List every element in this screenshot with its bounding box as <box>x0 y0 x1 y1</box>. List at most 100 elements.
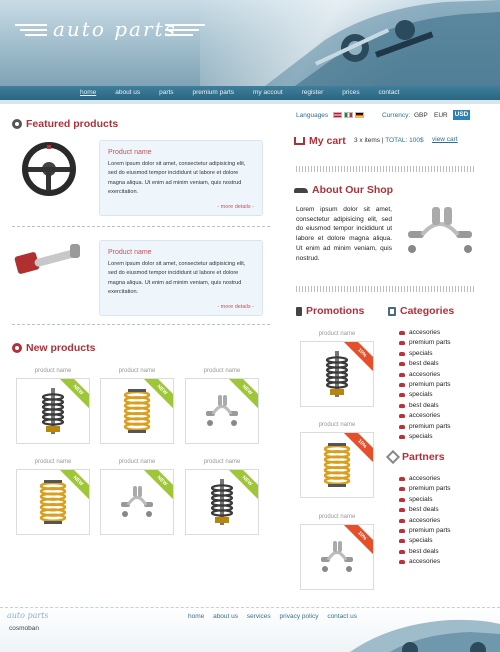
footer-logo[interactable]: auto parts <box>7 611 49 620</box>
new-name-label[interactable]: product name <box>187 368 257 374</box>
language-flags <box>333 112 366 119</box>
cart-summary: 3 x items | TOTAL: 100$ <box>354 137 424 144</box>
exhaust-system-image[interactable] <box>402 203 478 257</box>
category-item[interactable]: premium parts <box>399 338 451 348</box>
currency-usd-selected[interactable]: USD <box>453 110 470 120</box>
nav-my-account[interactable]: my accout <box>253 89 283 96</box>
new-product-card[interactable]: NEW <box>100 378 174 444</box>
nav-contact[interactable]: contact <box>379 89 400 96</box>
promo-product-card[interactable]: 10% <box>300 341 374 407</box>
languages-label: Languages <box>296 112 329 119</box>
flag-germany-icon[interactable] <box>355 112 364 119</box>
cart-title: My cart <box>294 135 346 147</box>
nav-parts[interactable]: parts <box>159 89 173 96</box>
wrench-icon <box>385 449 401 465</box>
more-details-link[interactable]: - more details - <box>217 304 254 310</box>
categories-title-text: Categories <box>400 305 455 317</box>
nav-premium-parts[interactable]: premium parts <box>193 89 235 96</box>
new-products-title-text: New products <box>26 342 96 354</box>
about-text: Lorem ipsum dolor sit amet, consectetur … <box>296 206 392 262</box>
nav-register[interactable]: register <box>302 89 324 96</box>
footer-link-privacy-policy[interactable]: privacy policy <box>279 613 318 620</box>
new-product-card[interactable]: NEW <box>185 378 259 444</box>
footer-link-home[interactable]: home <box>188 613 204 620</box>
partner-item[interactable]: accesories <box>399 516 451 526</box>
divider <box>12 324 270 325</box>
new-product-card[interactable]: NEW <box>100 469 174 535</box>
nav-prices[interactable]: prices <box>342 89 359 96</box>
logo-text: auto parts <box>53 17 177 41</box>
footer-link-about-us[interactable]: about us <box>213 613 238 620</box>
partner-item[interactable]: specials <box>399 536 451 546</box>
new-product-card[interactable]: NEW <box>16 469 90 535</box>
nav-about-us[interactable]: about us <box>115 89 140 96</box>
steering-wheel-image[interactable] <box>20 142 78 196</box>
car-icon <box>294 187 308 193</box>
product-description: Lorem ipsum dolor sit amet, consectetur … <box>108 161 246 195</box>
category-item[interactable]: premium parts <box>399 380 451 390</box>
about-title-text: About Our Shop <box>312 184 394 196</box>
promotions-title-text: Promotions <box>306 305 365 317</box>
category-item[interactable]: accesories <box>399 411 451 421</box>
currency-eur[interactable]: EUR <box>434 112 448 119</box>
new-product-card[interactable]: NEW <box>185 469 259 535</box>
promo-name-label[interactable]: product name <box>302 422 372 428</box>
new-name-label[interactable]: product name <box>102 368 172 374</box>
wheel-icon <box>12 119 22 129</box>
flag-italy-icon[interactable] <box>344 112 353 119</box>
partner-item[interactable]: specials <box>399 495 451 505</box>
flag-uk-icon[interactable] <box>333 112 342 119</box>
category-item[interactable]: best deals <box>399 401 451 411</box>
category-item[interactable]: accesories <box>399 328 451 338</box>
header-banner: auto parts <box>0 0 500 86</box>
featured-title: Featured products <box>12 118 118 130</box>
category-item[interactable]: best deals <box>399 359 451 369</box>
partner-item[interactable]: accesories <box>399 474 451 484</box>
promo-product-card[interactable]: 10% <box>300 432 374 498</box>
promo-product-card[interactable]: 10% <box>300 524 374 590</box>
currency-gbp[interactable]: GBP <box>414 112 428 119</box>
category-item[interactable]: specials <box>399 390 451 400</box>
more-details-link[interactable]: - more details - <box>217 204 254 210</box>
category-item[interactable]: specials <box>399 432 451 442</box>
footer-car-image <box>350 619 500 652</box>
footer-link-services[interactable]: services <box>247 613 271 620</box>
product-name-link[interactable]: Product name <box>108 149 254 156</box>
featured-card-2: Product name Lorem ipsum dolor sit amet,… <box>99 240 263 316</box>
product-name-link[interactable]: Product name <box>108 249 254 256</box>
promo-name-label[interactable]: product name <box>302 514 372 520</box>
nav-underbar <box>0 100 500 104</box>
about-title: About Our Shop <box>294 184 393 196</box>
category-item[interactable]: accesories <box>399 370 451 380</box>
promotions-title: Promotions <box>296 305 364 317</box>
categories-title: Categories <box>388 305 454 317</box>
car-engine-image <box>265 0 500 86</box>
category-item[interactable]: specials <box>399 349 451 359</box>
partner-item[interactable]: premium parts <box>399 484 451 494</box>
new-name-label[interactable]: product name <box>102 459 172 465</box>
promo-name-label[interactable]: product name <box>302 331 372 337</box>
partner-item[interactable]: premium parts <box>399 526 451 536</box>
oil-can-icon <box>296 306 302 316</box>
site-logo[interactable]: auto parts <box>15 14 225 48</box>
new-product-card[interactable]: NEW <box>16 378 90 444</box>
new-products-title: New products <box>12 342 95 354</box>
partners-list: accesories premium parts specials best deal… <box>399 474 451 568</box>
main-nav: home about us parts premium parts my acc… <box>0 86 500 100</box>
categories-list: accesories premium parts specials best deal… <box>399 328 451 442</box>
partner-item[interactable]: best deals <box>399 547 451 557</box>
stripe-divider <box>296 286 474 292</box>
partner-item[interactable]: best deals <box>399 505 451 515</box>
air-intake-image[interactable] <box>14 240 84 280</box>
nav-home[interactable]: home <box>80 89 96 96</box>
new-name-label[interactable]: product name <box>18 459 88 465</box>
currency-label: Currency: <box>382 112 411 119</box>
view-cart-link[interactable]: view cart <box>432 136 458 143</box>
partner-item[interactable]: accesories <box>399 557 451 567</box>
wheel-icon <box>12 343 22 353</box>
new-name-label[interactable]: product name <box>18 368 88 374</box>
new-name-label[interactable]: product name <box>187 459 257 465</box>
category-item[interactable]: premium parts <box>399 422 451 432</box>
stripe-divider <box>296 166 474 172</box>
cart-icon <box>294 137 305 145</box>
